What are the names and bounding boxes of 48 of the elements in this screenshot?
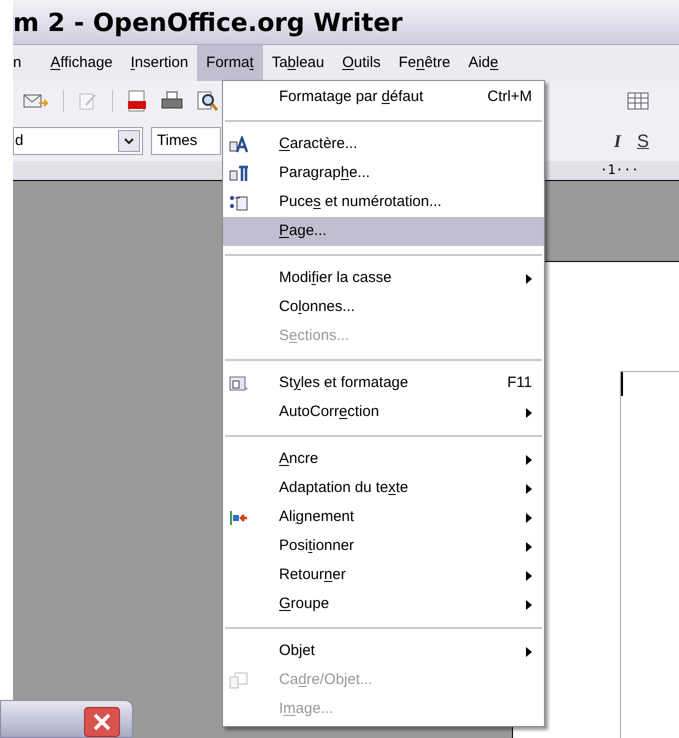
menu-entry[interactable]: Retourner [223, 561, 544, 590]
menu-entry[interactable]: AutoCorrection [223, 398, 544, 427]
menu-entry[interactable]: Paragraphe... [223, 159, 544, 188]
menu-item[interactable]: n [13, 45, 42, 81]
bullet-list-icon [229, 194, 249, 212]
close-button[interactable] [84, 707, 120, 737]
menu-item[interactable]: Affichage [41, 45, 122, 81]
character-icon [229, 136, 249, 154]
print-icon[interactable] [161, 91, 183, 111]
dropdown-button[interactable] [118, 130, 140, 152]
italic-button[interactable]: I [614, 128, 621, 154]
frame-icon [229, 672, 249, 690]
menu-item[interactable]: Fenêtre [390, 45, 460, 81]
styles-icon [229, 374, 249, 392]
menu-entry[interactable]: Groupe [223, 590, 544, 619]
font-combo-box[interactable]: Times [151, 127, 221, 155]
shadow-button[interactable]: S [636, 128, 649, 154]
menu-entry[interactable]: Modifier la casse [223, 264, 544, 293]
menu-item[interactable]: Aide [459, 45, 508, 81]
paragraph-icon [229, 164, 249, 182]
menu-entry[interactable]: Page... [223, 217, 544, 246]
window-title: m 2 - OpenOffice.org Writer [13, 10, 403, 34]
table-icon[interactable] [627, 91, 649, 111]
menu-entry[interactable]: Ancre [223, 445, 544, 474]
menu-item[interactable]: Tableau [262, 45, 334, 81]
shortcut-label: Ctrl+M [486, 87, 532, 108]
chevron-down-icon [124, 138, 134, 144]
magnifier-icon[interactable] [197, 90, 219, 112]
shortcut-label: F11 [506, 373, 532, 394]
menu-entry[interactable]: Positionner [223, 532, 544, 561]
menu-entry[interactable]: Objet [223, 637, 544, 666]
menu-item[interactable]: Outils [333, 45, 390, 81]
text-cursor [621, 372, 623, 396]
style-combo-box[interactable]: d [13, 127, 143, 155]
alignment-icon [229, 508, 249, 526]
menu-item[interactable]: Format [197, 45, 263, 81]
close-icon [93, 713, 111, 731]
menu-entry[interactable]: Alignement [223, 503, 544, 532]
ruler-scale: ·1··· [600, 162, 639, 180]
menu-entry[interactable]: Formatage par défaut Ctrl+M [223, 83, 544, 112]
menu-entry[interactable]: Colonnes... [223, 293, 544, 322]
menu-entry[interactable]: Adaptation du texte [223, 474, 544, 503]
mail-icon[interactable] [23, 92, 49, 110]
menu-entry[interactable]: Puces et numérotation... [223, 188, 544, 217]
menu-entry[interactable]: Caractère... [223, 130, 544, 159]
menu-item[interactable]: Insertion [122, 45, 198, 81]
menu-entry[interactable]: Styles et formatage F11 [223, 369, 544, 398]
pdf-icon[interactable] [127, 90, 147, 112]
